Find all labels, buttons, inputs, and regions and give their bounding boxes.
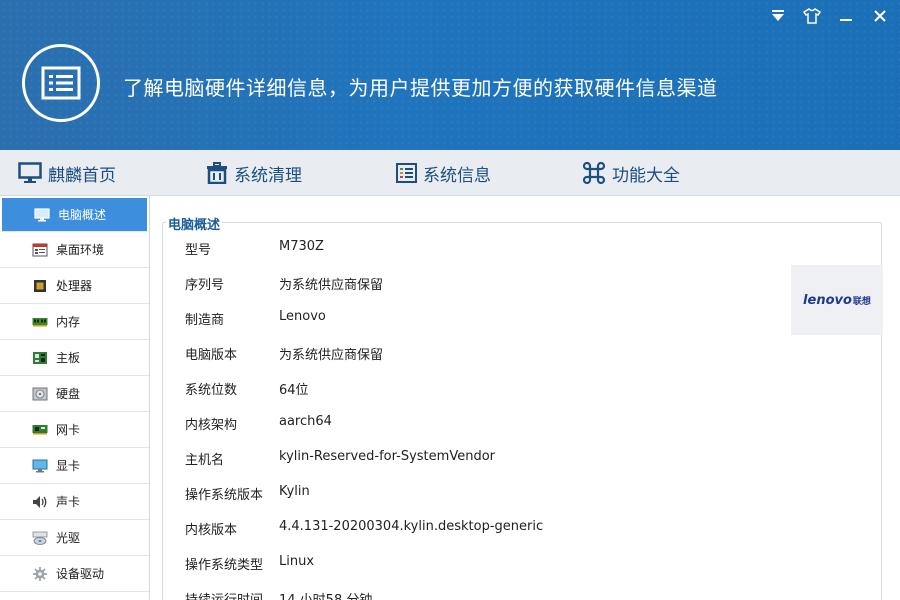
app-header: 了解电脑硬件详细信息，为用户提供更加方便的获取硬件信息渠道 bbox=[0, 0, 900, 150]
nav-item-label: 功能大全 bbox=[612, 165, 680, 186]
sidebar-item-label: 硬盘 bbox=[56, 387, 81, 401]
sidebar-item-label: 桌面环境 bbox=[56, 243, 105, 257]
info-row: 内核版本 4.4.131-20200304.kylin.desktop-gene… bbox=[185, 519, 543, 539]
sidebar-item-label: 声卡 bbox=[56, 495, 81, 509]
sidebar-item-harddisk[interactable]: 硬盘 bbox=[0, 376, 149, 412]
info-value: 64位 bbox=[279, 383, 309, 398]
sidebar-item-sound-card[interactable]: 声卡 bbox=[0, 484, 149, 520]
sidebar-item-label: 设备驱动 bbox=[56, 567, 105, 581]
info-row: 主机名 kylin-Reserved-for-SystemVendor bbox=[185, 449, 495, 469]
info-key: 电脑版本 bbox=[185, 348, 238, 363]
info-key: 操作系统类型 bbox=[185, 558, 264, 573]
memory-icon bbox=[32, 317, 48, 326]
sidebar-item-label: 显卡 bbox=[56, 459, 81, 473]
brand-name: lenovo bbox=[803, 292, 852, 308]
info-row: 操作系统类型 Linux bbox=[185, 554, 314, 574]
nav-item-label: 系统清理 bbox=[234, 165, 302, 186]
nav-item-sysinfo[interactable]: 系统信息 bbox=[396, 150, 491, 196]
harddisk-icon bbox=[32, 387, 48, 400]
info-row: 操作系统版本 Kylin bbox=[185, 484, 310, 504]
info-value: Lenovo bbox=[279, 309, 326, 324]
skin-shirt-icon[interactable] bbox=[802, 6, 822, 26]
window-controls bbox=[768, 6, 890, 26]
info-key: 制造商 bbox=[185, 313, 225, 328]
info-row: 系统位数 64位 bbox=[185, 379, 309, 399]
trash-icon bbox=[207, 162, 227, 184]
sidebar-item-label: 光驱 bbox=[56, 531, 81, 545]
nav-item-features[interactable]: 功能大全 bbox=[582, 150, 680, 196]
gear-icon bbox=[33, 566, 47, 581]
sidebar-item-device-drivers[interactable]: 设备驱动 bbox=[0, 556, 149, 592]
sidebar-item-cdrom[interactable]: 光驱 bbox=[0, 520, 149, 556]
monitor-icon bbox=[34, 207, 50, 221]
info-value: M730Z bbox=[279, 239, 324, 254]
sidebar-item-motherboard[interactable]: 主板 bbox=[0, 340, 149, 376]
info-value: kylin-Reserved-for-SystemVendor bbox=[279, 449, 495, 464]
app-logo bbox=[22, 44, 100, 122]
header-tagline: 了解电脑硬件详细信息，为用户提供更加方便的获取硬件信息渠道 bbox=[123, 76, 718, 100]
info-value: 为系统供应商保留 bbox=[279, 278, 384, 293]
sidebar-item-label: 主板 bbox=[56, 351, 81, 365]
info-value: Kylin bbox=[279, 484, 310, 499]
info-value: aarch64 bbox=[279, 414, 332, 429]
info-value: 4.4.131-20200304.kylin.desktop-generic bbox=[279, 519, 544, 534]
nav-item-cleanup[interactable]: 系统清理 bbox=[206, 150, 302, 196]
display-card-icon bbox=[32, 459, 48, 472]
motherboard-icon bbox=[33, 351, 47, 364]
sidebar-item-label: 网卡 bbox=[56, 423, 81, 437]
menu-dropdown-icon[interactable] bbox=[768, 6, 788, 26]
sidebar-item-label: 内存 bbox=[56, 315, 81, 329]
sidebar-item-network-card[interactable]: 网卡 bbox=[0, 412, 149, 448]
info-row: 制造商 Lenovo bbox=[185, 309, 326, 329]
cdrom-icon bbox=[32, 531, 48, 545]
sidebar-item-overview[interactable]: 电脑概述 bbox=[2, 198, 147, 232]
info-row: 内核架构 aarch64 bbox=[185, 414, 332, 434]
speaker-icon bbox=[33, 495, 47, 508]
info-row: 序列号 为系统供应商保留 bbox=[185, 274, 383, 294]
info-key: 型号 bbox=[185, 243, 212, 258]
cpu-icon bbox=[34, 279, 46, 292]
network-card-icon bbox=[32, 424, 48, 434]
minimize-icon[interactable] bbox=[836, 6, 856, 26]
command-icon bbox=[582, 161, 606, 185]
sidebar: 电脑概述 桌面环境 处理器 内存 主板 硬盘 网卡 显卡 声卡 光驱 设备驱动 bbox=[0, 196, 150, 600]
sidebar-item-label: 电脑概述 bbox=[58, 208, 107, 222]
overview-groupbox: lenovo 联想 型号 M730Z 序列号 为系统供应商保留 制造商 Leno… bbox=[162, 222, 883, 600]
info-value: 14 小时58 分钟 bbox=[279, 589, 372, 600]
close-icon[interactable] bbox=[870, 6, 890, 26]
info-key: 操作系统版本 bbox=[185, 488, 264, 503]
info-list-icon bbox=[396, 163, 417, 183]
brand-name-cn: 联想 bbox=[852, 296, 871, 307]
sidebar-item-cpu[interactable]: 处理器 bbox=[0, 268, 149, 304]
info-row: 电脑版本 为系统供应商保留 bbox=[185, 344, 383, 364]
monitor-icon bbox=[18, 162, 42, 183]
nav-item-label: 麒麟首页 bbox=[48, 165, 116, 186]
info-key: 内核版本 bbox=[185, 523, 238, 538]
info-value: Linux bbox=[279, 554, 315, 569]
desktop-env-icon bbox=[32, 243, 48, 256]
nav-item-home[interactable]: 麒麟首页 bbox=[18, 150, 116, 196]
sidebar-item-memory[interactable]: 内存 bbox=[0, 304, 149, 340]
info-row: 型号 M730Z bbox=[185, 239, 324, 259]
brand-logo: lenovo 联想 bbox=[791, 265, 883, 335]
info-key: 序列号 bbox=[185, 278, 225, 293]
sidebar-item-desktop-env[interactable]: 桌面环境 bbox=[0, 232, 149, 268]
nav-item-label: 系统信息 bbox=[423, 165, 491, 186]
info-key: 系统位数 bbox=[185, 383, 238, 398]
info-key: 持续运行时间 bbox=[185, 589, 279, 600]
overview-panel: lenovo 联想 型号 M730Z 序列号 为系统供应商保留 制造商 Leno… bbox=[150, 196, 900, 600]
info-key: 主机名 bbox=[185, 453, 225, 468]
info-row: 持续运行时间 14 小时58 分钟 bbox=[185, 589, 372, 600]
info-value: 为系统供应商保留 bbox=[279, 348, 384, 363]
info-list-icon bbox=[41, 66, 81, 100]
sidebar-item-label: 处理器 bbox=[56, 279, 93, 293]
main-nav: 麒麟首页 系统清理 系统信息 功能大全 bbox=[0, 150, 900, 196]
section-title: 电脑概述 bbox=[166, 214, 223, 233]
info-key: 内核架构 bbox=[185, 418, 238, 433]
sidebar-item-display-card[interactable]: 显卡 bbox=[0, 448, 149, 484]
